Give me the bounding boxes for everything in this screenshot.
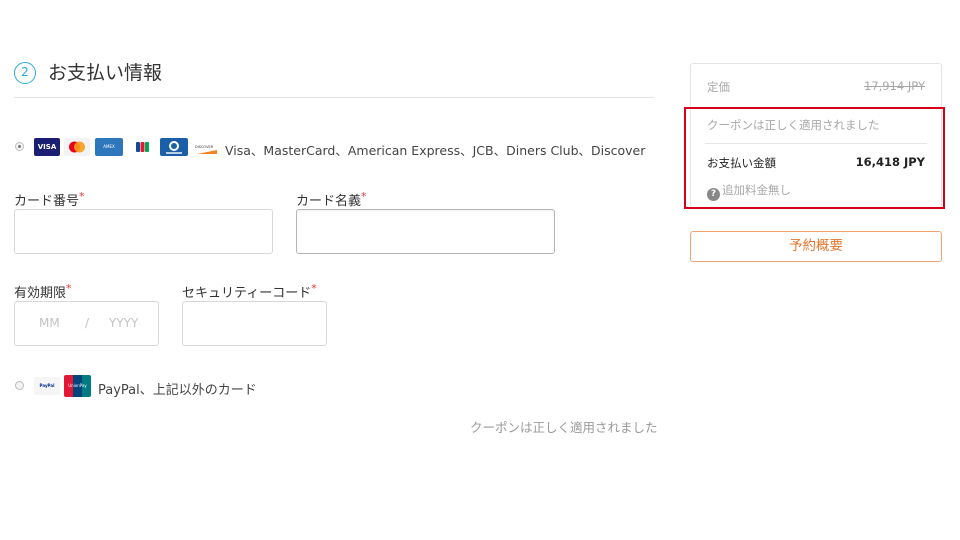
- paypal-payment-radio[interactable]: [15, 381, 24, 390]
- security-code-label: セキュリティーコード*: [182, 282, 317, 301]
- mastercard-icon: [69, 141, 85, 153]
- visa-logo: VISA: [34, 138, 60, 156]
- list-price-value: 17,914 JPY: [864, 79, 925, 93]
- expiry-separator: /: [85, 316, 90, 330]
- diners-logo: [160, 138, 188, 156]
- expiry-label: 有効期限*: [14, 282, 72, 301]
- step-number-badge: 2: [14, 62, 36, 84]
- paypal-logo: PayPal: [34, 377, 60, 395]
- booking-overview-button[interactable]: 予約概要: [690, 231, 942, 262]
- coupon-applied-message: クーポンは正しく適用されました: [470, 420, 658, 435]
- svg-text:DISCOVER: DISCOVER: [195, 145, 214, 149]
- diners-icon: [166, 141, 182, 154]
- mastercard-logo: [64, 138, 90, 156]
- required-mark: *: [79, 190, 85, 203]
- discover-logo: DISCOVER: [193, 138, 219, 156]
- amex-logo: AMEX: [95, 138, 123, 156]
- required-mark: *: [311, 282, 317, 295]
- discover-icon: DISCOVER: [195, 145, 217, 154]
- page-title: お支払い情報: [48, 62, 163, 84]
- jcb-icon: [136, 142, 149, 152]
- card-payment-radio[interactable]: [15, 142, 24, 151]
- payment-section-header: 2 お支払い情報: [14, 60, 654, 98]
- unionpay-logo: UnionPay: [64, 375, 91, 397]
- card-number-input[interactable]: [14, 209, 273, 254]
- security-code-input[interactable]: [182, 301, 327, 346]
- required-mark: *: [66, 282, 72, 295]
- expiry-month-placeholder: MM: [39, 316, 60, 330]
- card-number-label: カード番号*: [14, 190, 85, 209]
- highlight-annotation-box: [684, 107, 945, 209]
- expiry-year-placeholder: YYYY: [109, 316, 139, 330]
- expiry-input[interactable]: MM / YYYY: [14, 301, 159, 346]
- card-brands-label: Visa、MasterCard、American Express、JCB、Din…: [225, 143, 646, 158]
- paypal-option-label: PayPal、上記以外のカード: [98, 383, 257, 398]
- card-name-label: カード名義*: [296, 190, 367, 209]
- card-name-input[interactable]: [296, 209, 555, 254]
- required-mark: *: [361, 190, 367, 203]
- jcb-logo: [129, 138, 155, 156]
- list-price-label: 定価: [707, 80, 730, 94]
- list-price-row: 定価 17,914 JPY: [707, 79, 925, 95]
